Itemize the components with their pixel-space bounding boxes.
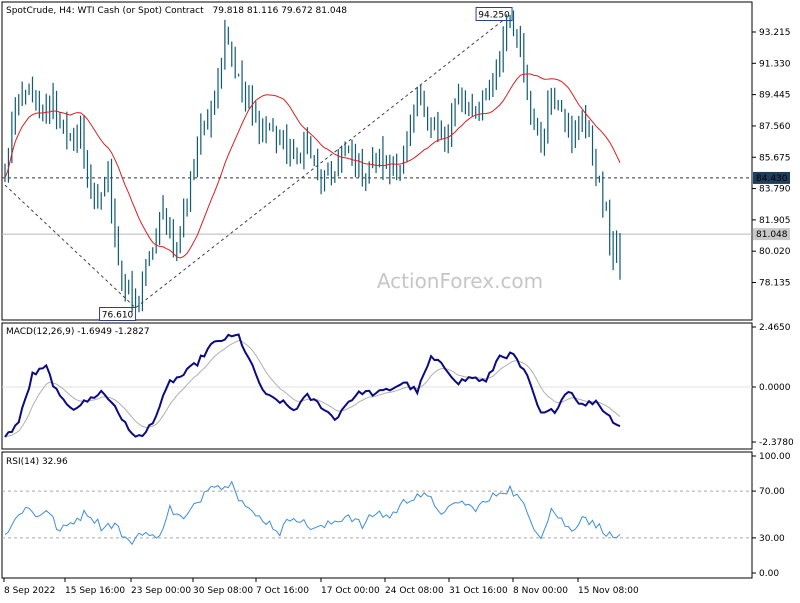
time-axis-label: 17 Oct 00:00 [321, 586, 380, 596]
time-axis-label: 15 Sep 16:00 [65, 586, 125, 596]
time-axis-label: 23 Sep 00:00 [131, 586, 191, 596]
level-price-tag: 84.430 [753, 171, 790, 184]
svg-text:81.048: 81.048 [756, 230, 788, 240]
price-axis-label: 81.905 [759, 216, 791, 226]
macd-panel-frame [1, 322, 753, 450]
price-axis-label: 93.215 [759, 28, 791, 38]
rsi-line [4, 480, 621, 546]
moving-average-line [4, 73, 621, 259]
chart-header: SpotCrude, H4: WTI Cash (or Spot) Contra… [6, 6, 347, 16]
price-axis-label: 78.135 [759, 279, 791, 289]
trading-chart[interactable]: ActionForex.com 76.610 94.250 93.215 91.33… [0, 0, 800, 600]
macd-axis-label: 2.4650 [759, 323, 791, 333]
low-price-label: 76.610 [99, 307, 137, 321]
svg-text:76.610: 76.610 [102, 311, 134, 321]
time-axis-label: 8 Nov 00:00 [513, 586, 568, 596]
time-axis-label: 24 Oct 08:00 [385, 586, 444, 596]
macd-line [4, 333, 621, 438]
price-axis-label: 91.330 [759, 59, 791, 69]
rsi-axis-label: 30.00 [759, 534, 785, 544]
rsi-axis-label: 100.00 [759, 452, 791, 462]
zigzag-trendline [4, 14, 511, 309]
svg-text:94.250: 94.250 [478, 11, 510, 21]
rsi-axis-label: 70.00 [759, 487, 785, 497]
chart-canvas[interactable]: ActionForex.com 76.610 94.250 93.215 91.33… [0, 0, 800, 600]
macd-axis-label: -2.3780 [759, 438, 794, 448]
rsi-axis-label: 0.00 [759, 569, 779, 579]
last-price-tag: 81.048 [753, 228, 790, 241]
price-axis-label: 83.790 [759, 185, 791, 195]
svg-text:84.430: 84.430 [756, 174, 788, 184]
symbol-line: SpotCrude, H4: WTI Cash (or Spot) Contra… [6, 6, 204, 16]
watermark-text: ActionForex.com [377, 269, 543, 293]
price-axis-label: 87.560 [759, 122, 791, 132]
price-axis-label: 80.020 [759, 247, 791, 257]
rsi-panel-frame [1, 451, 753, 579]
time-axis-label: 7 Oct 16:00 [256, 586, 309, 596]
price-bars [4, 10, 621, 313]
price-axis-label: 85.675 [759, 153, 791, 163]
rsi-title: RSI(14) 32.96 [6, 457, 68, 467]
price-axis-label: 89.445 [759, 91, 791, 101]
macd-title: MACD(12,26,9) -1.6949 -1.2827 [6, 327, 150, 337]
time-axis-label: 30 Sep 08:00 [193, 586, 253, 596]
macd-axis-label: 0.0000 [759, 383, 791, 393]
ohlc-values: 79.818 81.116 79.672 81.048 [212, 6, 347, 16]
time-axis-label: 8 Sep 2022 [4, 586, 55, 596]
time-axis-label: 15 Nov 08:00 [578, 586, 639, 596]
macd-signal-line [4, 340, 621, 438]
time-axis-label: 31 Oct 16:00 [449, 586, 508, 596]
